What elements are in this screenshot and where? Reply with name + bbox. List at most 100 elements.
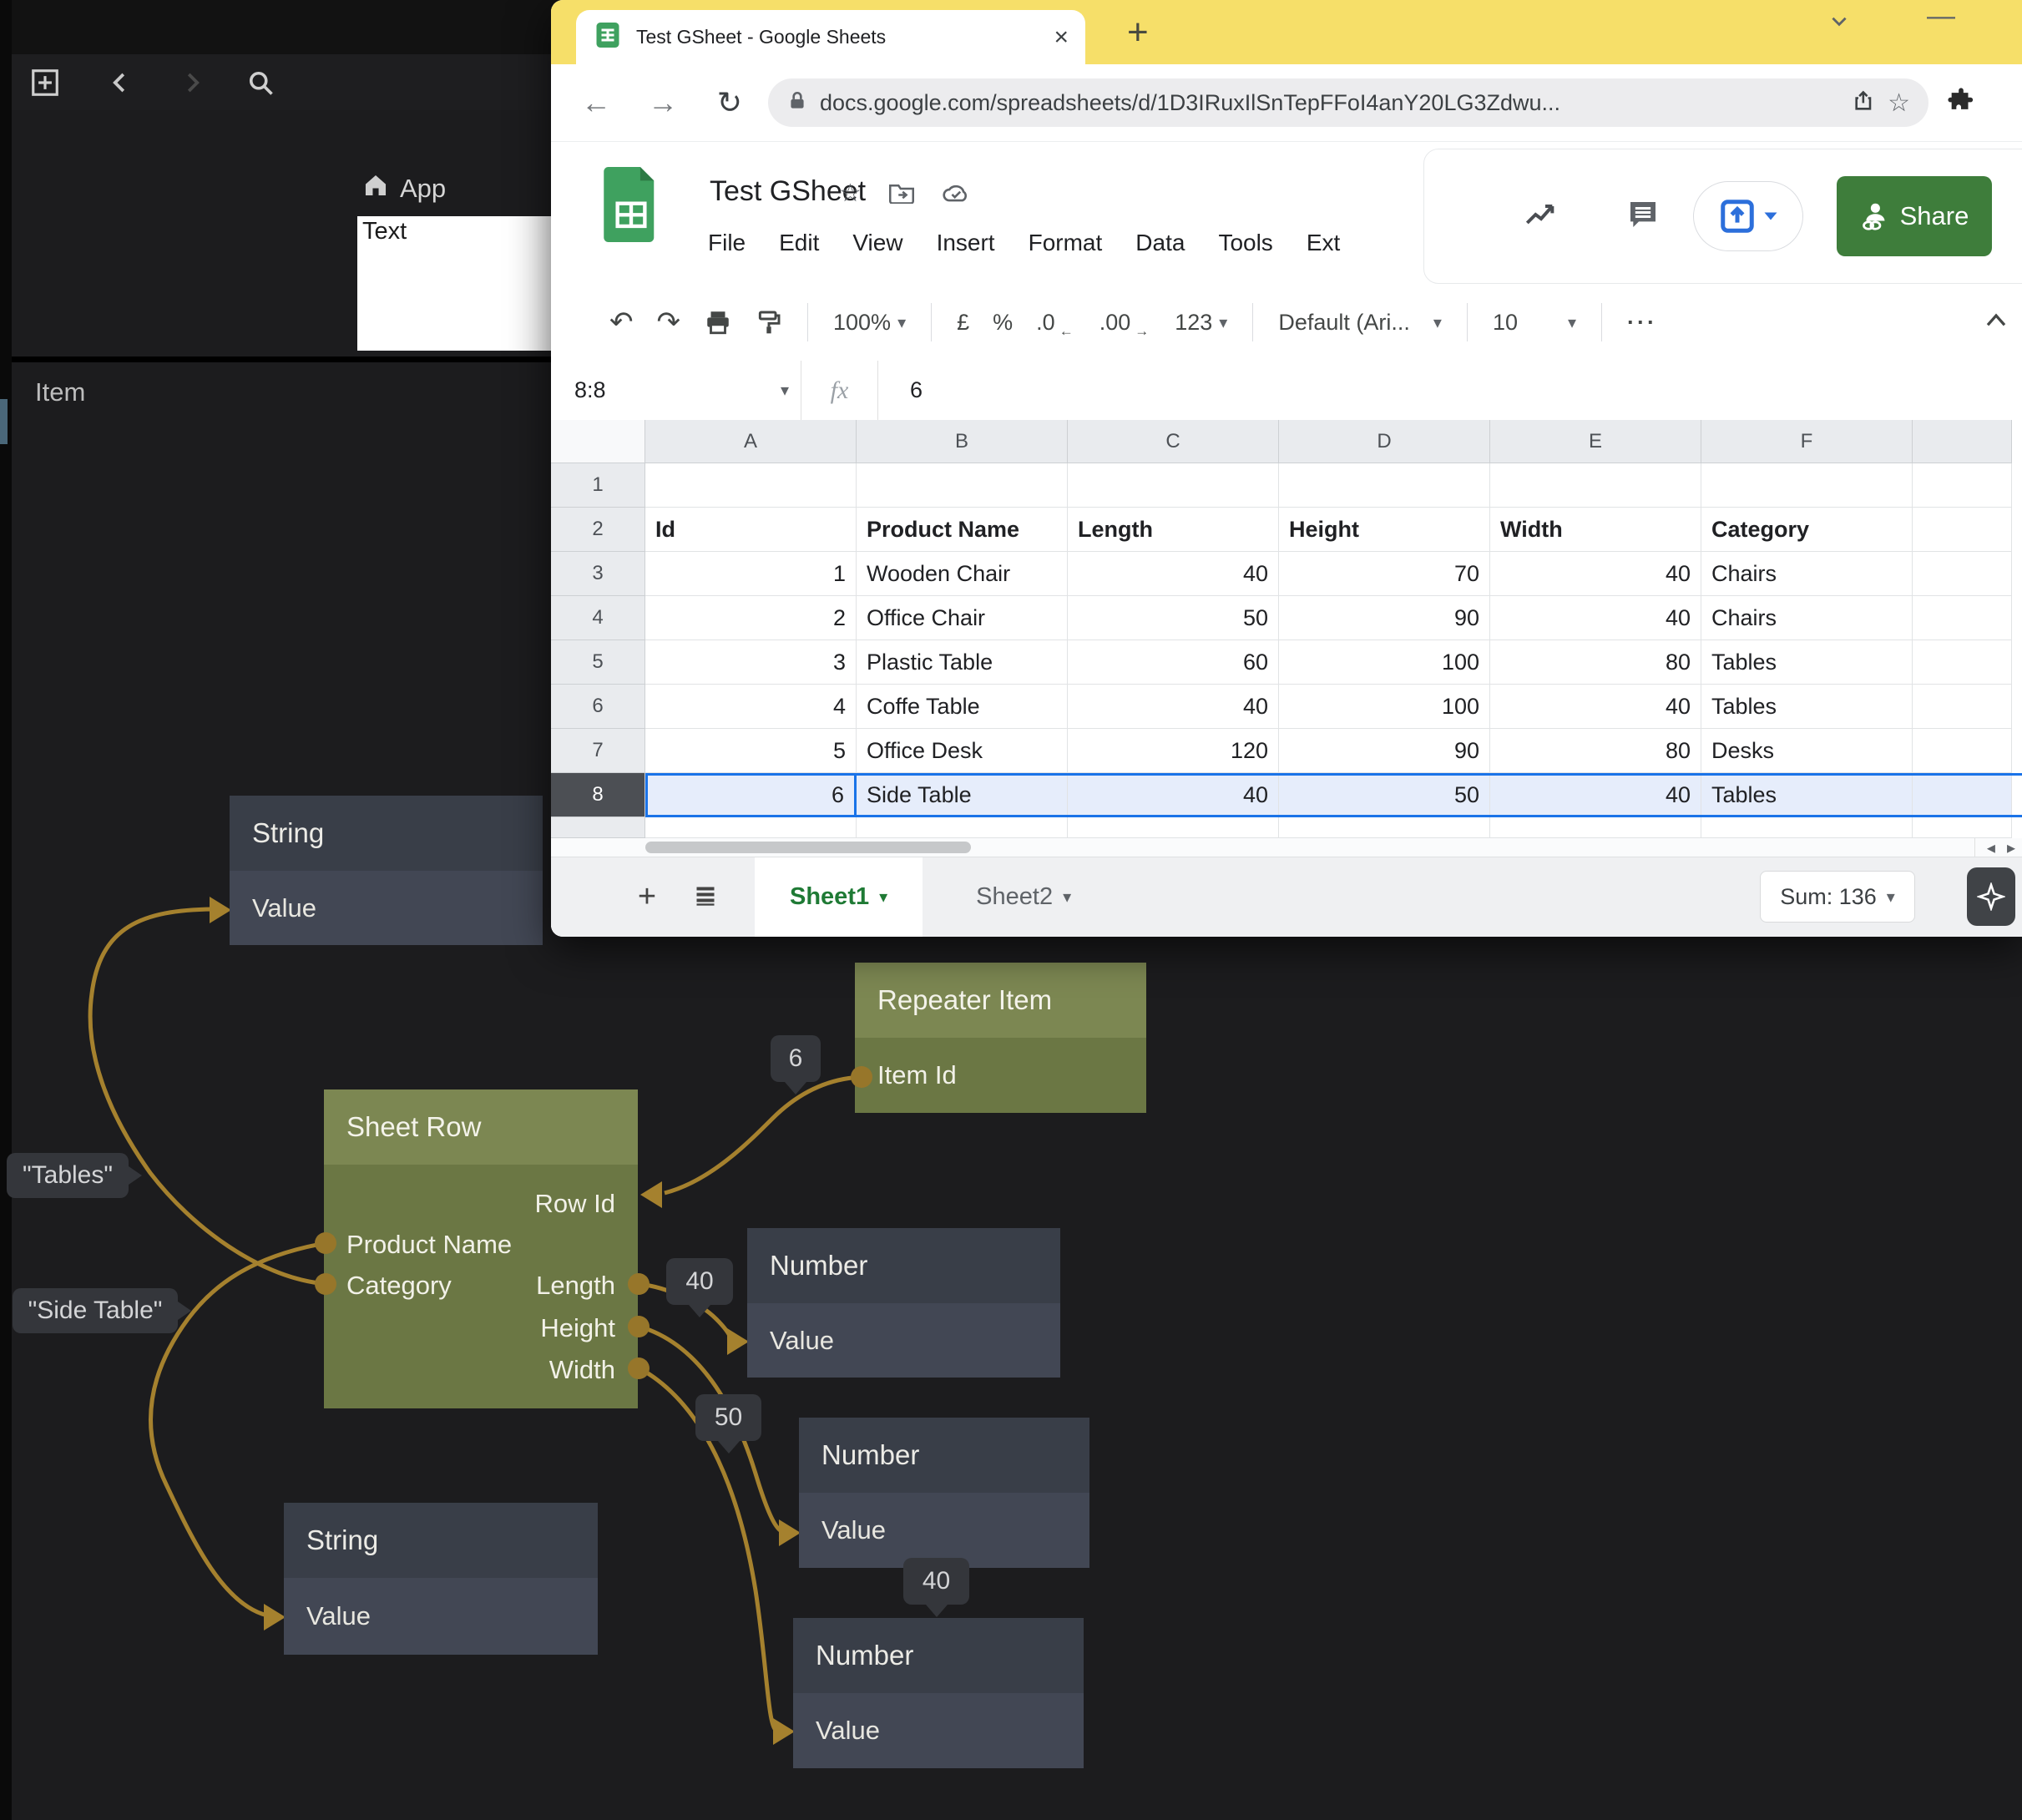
row-header-6[interactable]: 6	[551, 685, 645, 729]
comments-icon[interactable]	[1626, 198, 1660, 235]
port-category[interactable]: Category	[346, 1271, 452, 1301]
port-dot-item-id[interactable]	[851, 1066, 872, 1088]
horizontal-scrollbar[interactable]: ◂ ▸	[551, 838, 2022, 857]
port-row-id[interactable]: Row Id	[535, 1189, 615, 1219]
more-toolbar-icon[interactable]: ···	[1615, 310, 1669, 336]
grid-cell[interactable]: Category	[1701, 508, 1913, 552]
percent-format-button[interactable]: %	[981, 310, 1024, 336]
font-family-select[interactable]: Default (Ari... ▾	[1266, 310, 1453, 336]
formula-input[interactable]: 6	[878, 377, 923, 403]
nav-forward-icon[interactable]: →	[629, 85, 696, 120]
grid-cell[interactable]: 40	[1490, 596, 1701, 640]
grid-cell[interactable]: Length	[1068, 508, 1279, 552]
node-string-2[interactable]: String Value	[284, 1503, 598, 1655]
grid-cell[interactable]	[1913, 729, 2012, 773]
grid-cell[interactable]	[1701, 463, 1913, 508]
port-product-name[interactable]: Product Name	[346, 1230, 512, 1260]
nav-reload-icon[interactable]: ↻	[696, 85, 763, 120]
font-size-select[interactable]: 10 ▾	[1481, 310, 1588, 336]
grid-cell[interactable]	[1701, 817, 1913, 838]
node-repeater-item[interactable]: Repeater Item Item Id	[855, 963, 1146, 1113]
row-header-1[interactable]: 1	[551, 463, 645, 508]
grid-cell[interactable]: 40	[1068, 685, 1279, 729]
port-dot-length[interactable]	[628, 1273, 650, 1295]
share-button[interactable]: Share	[1837, 176, 1992, 256]
grid-cell[interactable]	[1913, 463, 2012, 508]
node-string-1[interactable]: String Value	[230, 796, 543, 945]
column-header-E[interactable]: E	[1490, 420, 1701, 463]
node-number-3[interactable]: Number Value	[793, 1618, 1084, 1768]
tab-sheet2[interactable]: Sheet2▾	[941, 857, 1106, 937]
menu-ext[interactable]: Ext	[1307, 230, 1340, 256]
zoom-select[interactable]: 100% ▾	[821, 310, 917, 336]
activity-trend-icon[interactable]	[1524, 200, 1558, 233]
grid-cell[interactable]: 80	[1490, 729, 1701, 773]
menu-file[interactable]: File	[708, 230, 746, 256]
row-header-9[interactable]	[551, 817, 645, 838]
all-sheets-icon[interactable]	[676, 879, 735, 915]
grid-cell[interactable]: Plastic Table	[857, 640, 1068, 685]
grid-cell[interactable]: 40	[1068, 773, 1279, 817]
grid-cell[interactable]	[1913, 685, 2012, 729]
grid-cell[interactable]: Tables	[1701, 640, 1913, 685]
grid-cell[interactable]: 90	[1279, 729, 1490, 773]
decrease-decimals-button[interactable]: .0←	[1024, 310, 1088, 336]
tab-close-icon[interactable]: ×	[1054, 23, 1069, 52]
port-dot-width[interactable]	[628, 1357, 650, 1379]
node-number-1[interactable]: Number Value	[747, 1228, 1060, 1378]
port-value[interactable]: Value	[793, 1693, 1084, 1768]
column-header-C[interactable]: C	[1068, 420, 1279, 463]
column-header-F[interactable]: F	[1701, 420, 1913, 463]
grid-cell[interactable]	[1913, 596, 2012, 640]
extensions-puzzle-icon[interactable]	[1947, 87, 1975, 119]
grid-cell[interactable]	[1279, 463, 1490, 508]
new-tab-icon[interactable]: +	[1127, 12, 1149, 53]
grid-cell[interactable]: 40	[1490, 552, 1701, 596]
grid-cell[interactable]: Width	[1490, 508, 1701, 552]
grid-cell[interactable]: Office Chair	[857, 596, 1068, 640]
sum-indicator[interactable]: Sum: 136▾	[1760, 871, 1915, 923]
minimize-icon[interactable]: —	[1927, 0, 1955, 33]
grid-cell[interactable]: Height	[1279, 508, 1490, 552]
grid-cell[interactable]	[1490, 817, 1701, 838]
menu-data[interactable]: Data	[1135, 230, 1185, 256]
port-item-id[interactable]: Item Id	[855, 1038, 1146, 1113]
column-header-partial[interactable]	[1913, 420, 2012, 463]
app-root-label[interactable]: App	[361, 171, 446, 206]
grid-cell[interactable]: Coffe Table	[857, 685, 1068, 729]
row-header-7[interactable]: 7	[551, 729, 645, 773]
grid-cell[interactable]	[645, 817, 857, 838]
grid-cell[interactable]	[1913, 508, 2012, 552]
port-value[interactable]: Value	[799, 1493, 1089, 1568]
menu-insert[interactable]: Insert	[937, 230, 995, 256]
grid-cell[interactable]: Id	[645, 508, 857, 552]
port-length[interactable]: Length	[536, 1271, 615, 1301]
grid-cell[interactable]: 3	[645, 640, 857, 685]
row-header-8[interactable]: 8	[551, 773, 645, 817]
port-dot-height[interactable]	[628, 1316, 650, 1337]
grid-cell[interactable]: Tables	[1701, 773, 1913, 817]
explore-icon[interactable]	[1967, 867, 2015, 926]
row-header-3[interactable]: 3	[551, 552, 645, 596]
grid-cell[interactable]: 6	[645, 773, 857, 817]
grid-cell[interactable]: 50	[1068, 596, 1279, 640]
add-sheet-icon[interactable]: +	[618, 879, 676, 915]
tab-sheet1[interactable]: Sheet1▾	[755, 857, 923, 937]
grid-cell[interactable]: Tables	[1701, 685, 1913, 729]
grid-cell[interactable]: Desks	[1701, 729, 1913, 773]
grid-cell[interactable]	[1913, 773, 2012, 817]
row-header-2[interactable]: 2	[551, 508, 645, 552]
grid-cell[interactable]: 100	[1279, 640, 1490, 685]
column-header-A[interactable]: A	[645, 420, 857, 463]
spreadsheet-corner[interactable]	[551, 420, 645, 463]
grid-cell[interactable]	[857, 817, 1068, 838]
grid-cell[interactable]	[1068, 463, 1279, 508]
scroll-left-icon[interactable]: ◂	[1987, 837, 1995, 858]
number-format-menu[interactable]: 123▾	[1163, 310, 1239, 336]
bookmark-star-icon[interactable]: ☆	[1888, 88, 1910, 118]
url-bar[interactable]: docs.google.com/spreadsheets/d/1D3IRuxIl…	[768, 78, 1928, 127]
move-to-folder-icon[interactable]	[889, 182, 914, 210]
text-component-preview[interactable]: Text	[357, 216, 563, 351]
grid-cell[interactable]: Wooden Chair	[857, 552, 1068, 596]
port-value[interactable]: Value	[747, 1303, 1060, 1378]
